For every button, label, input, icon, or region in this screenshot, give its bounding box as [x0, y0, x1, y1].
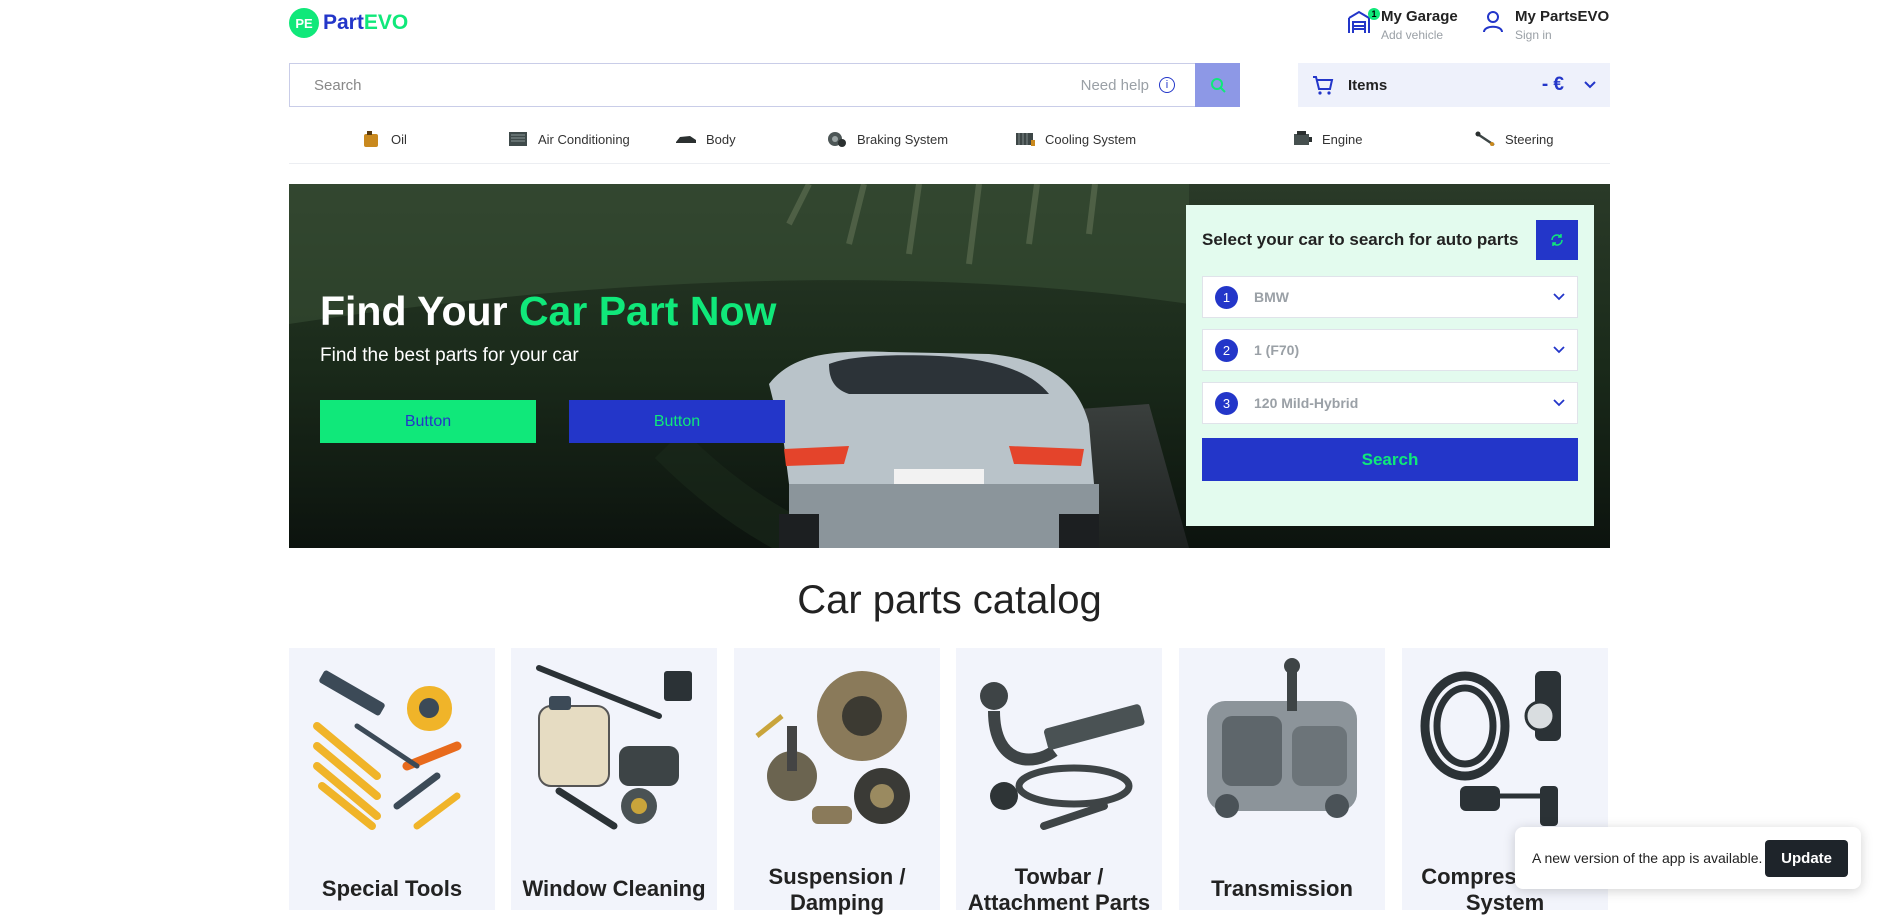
garage-icon: 1 [1347, 8, 1380, 38]
update-message: A new version of the app is available. [1532, 850, 1763, 866]
category-nav: Oil Air Conditioning Body Braking System… [289, 126, 1610, 164]
steering-icon [1475, 131, 1495, 147]
body-icon [676, 136, 696, 143]
account-subtitle: Sign in [1515, 28, 1552, 42]
window-cleaning-icon [536, 665, 692, 830]
category-engine[interactable]: Engine [1291, 130, 1362, 148]
logo[interactable]: PE PartEVO [289, 8, 408, 38]
step-number: 3 [1215, 391, 1238, 415]
category-air-conditioning[interactable]: Air Conditioning [507, 130, 630, 148]
update-toast: A new version of the app is available. U… [1515, 827, 1861, 889]
catalog-card-label: Window Cleaning [522, 876, 706, 901]
catalog-card-transmission[interactable]: Transmission [1179, 648, 1385, 910]
hero-title: Find Your Car Part Now [320, 288, 777, 334]
transmission-icon [1207, 658, 1357, 818]
make-value: BMW [1254, 289, 1289, 305]
oil-icon [364, 131, 378, 147]
catalog-card-suspension[interactable]: Suspension / Damping [734, 648, 940, 915]
catalog-card-label: Suspension / Damping [768, 864, 906, 915]
air-conditioning-icon [509, 132, 527, 146]
category-cooling-system[interactable]: Cooling System [1014, 130, 1136, 148]
reset-button[interactable] [1536, 220, 1578, 260]
category-braking-system[interactable]: Braking System [826, 130, 948, 148]
chevron-down-icon [1584, 81, 1596, 89]
logo-badge: PE [289, 8, 319, 38]
category-oil[interactable]: Oil [360, 130, 407, 148]
towbar-icon [980, 682, 1145, 830]
tools-icon [313, 670, 462, 830]
suspension-icon [755, 671, 910, 824]
catalog-title: Car parts catalog [797, 578, 1102, 622]
catalog-card-towbar[interactable]: Towbar / Attachment Parts [956, 648, 1162, 915]
braking-icon [828, 132, 846, 147]
search-bar: Need help i [289, 63, 1240, 107]
cart-label: Items [1348, 76, 1388, 94]
model-select[interactable]: 2 1 (F70) [1202, 329, 1578, 371]
account-link[interactable]: My PartsEVO Sign in [1481, 8, 1609, 42]
search-input[interactable] [290, 64, 1081, 106]
search-icon [1210, 78, 1226, 93]
user-icon [1481, 8, 1507, 38]
help-label: Need help [1080, 76, 1149, 94]
vehicle-search-button[interactable]: Search [1202, 438, 1578, 481]
account-title: My PartsEVO [1515, 8, 1610, 25]
site-header: PE PartEVO 1 My Garage Add vehicle My Pa… [289, 0, 1610, 50]
hero-secondary-button[interactable]: Button [569, 400, 785, 443]
vehicle-selector-title: Select your car to search for auto parts [1202, 230, 1519, 249]
logo-text: PartEVO [323, 11, 409, 34]
cart-icon [1313, 76, 1334, 95]
catalog-card-label: Special Tools [321, 876, 463, 901]
search-button[interactable] [1195, 63, 1240, 107]
help-link[interactable]: Need help i [1081, 77, 1185, 94]
update-button[interactable]: Update [1765, 839, 1848, 877]
engine-select[interactable]: 3 120 Mild-Hybrid [1202, 382, 1578, 424]
catalog-card-special-tools[interactable]: Special Tools [289, 648, 495, 910]
engine-value: 120 Mild-Hybrid [1254, 395, 1359, 411]
step-number: 1 [1215, 285, 1238, 309]
cooling-icon [1016, 133, 1035, 146]
category-body[interactable]: Body [675, 130, 736, 148]
hero-subtitle: Find the best parts for your car [320, 345, 579, 366]
cart-button[interactable]: Items - € [1298, 63, 1610, 107]
engine-icon [1294, 131, 1312, 145]
catalog-card-label: Towbar / Attachment Parts [967, 864, 1151, 915]
step-number: 2 [1215, 338, 1238, 362]
chevron-down-icon [1553, 293, 1565, 301]
garage-title: My Garage [1381, 8, 1458, 25]
chevron-down-icon [1553, 346, 1565, 354]
model-value: 1 (F70) [1254, 342, 1300, 358]
garage-subtitle: Add vehicle [1381, 28, 1444, 42]
compressed-air-icon [1420, 671, 1561, 826]
cart-price: - € [1541, 74, 1564, 95]
catalog-card-window-cleaning[interactable]: Window Cleaning [511, 648, 717, 910]
category-steering[interactable]: Steering [1474, 130, 1553, 148]
hero-banner: Find Your Car Part Now Find the best par… [289, 184, 1610, 548]
info-icon: i [1159, 77, 1175, 93]
my-garage-link[interactable]: 1 My Garage Add vehicle [1347, 8, 1458, 42]
hero-primary-button[interactable]: Button [320, 400, 536, 443]
garage-badge: 1 [1368, 8, 1380, 20]
refresh-icon [1551, 234, 1563, 246]
make-select[interactable]: 1 BMW [1202, 276, 1578, 318]
chevron-down-icon [1553, 399, 1565, 407]
catalog-card-label: Transmission [1211, 876, 1353, 901]
vehicle-selector: Select your car to search for auto parts… [1186, 205, 1594, 526]
